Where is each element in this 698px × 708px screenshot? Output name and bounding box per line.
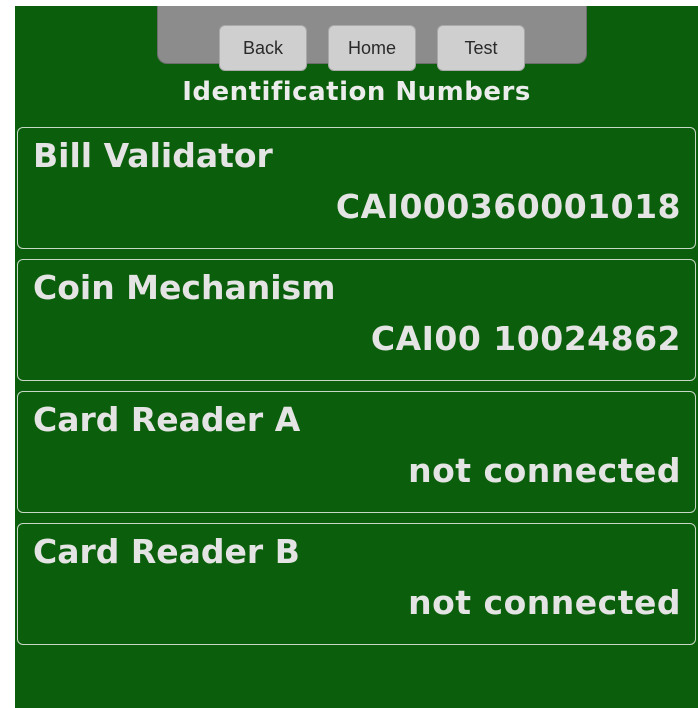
back-button[interactable]: Back (219, 25, 307, 71)
device-label: Card Reader A (33, 400, 301, 439)
page-title: Identification Numbers (182, 77, 531, 107)
device-card-card-reader-a: Card Reader A not connected (17, 391, 696, 513)
test-button[interactable]: Test (437, 25, 525, 71)
nav-bar: Back Home Test (157, 6, 587, 71)
device-label: Bill Validator (33, 136, 273, 175)
device-card-bill-validator: Bill Validator CAI000360001018 (17, 127, 696, 249)
device-id-value: CAI000360001018 (335, 187, 681, 226)
device-id-value: CAI00 10024862 (370, 319, 681, 358)
home-button[interactable]: Home (328, 25, 416, 71)
device-label: Coin Mechanism (33, 268, 336, 307)
device-label: Card Reader B (33, 532, 300, 571)
identification-screen: Back Home Test Identification Numbers Bi… (15, 6, 698, 708)
device-card-coin-mechanism: Coin Mechanism CAI00 10024862 (17, 259, 696, 381)
device-status-value: not connected (408, 583, 681, 622)
device-card-card-reader-b: Card Reader B not connected (17, 523, 696, 645)
device-status-value: not connected (408, 451, 681, 490)
